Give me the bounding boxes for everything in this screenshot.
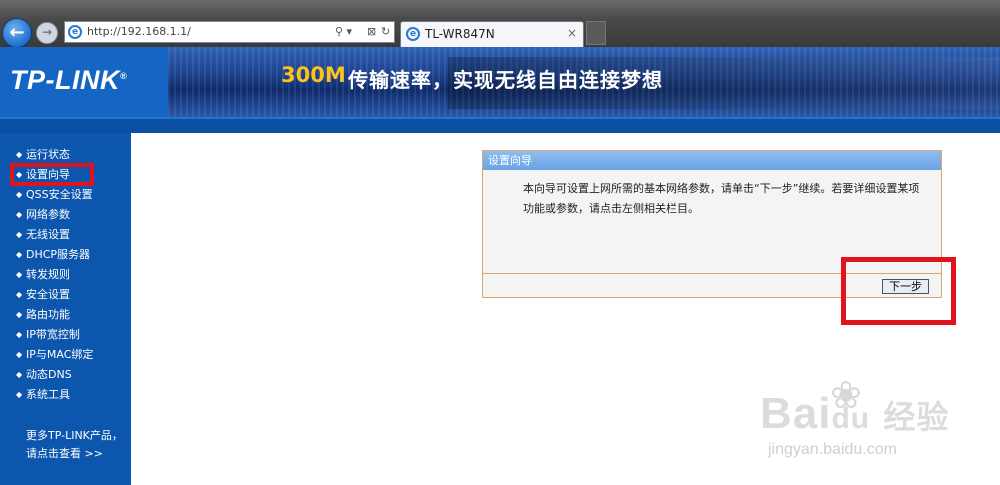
bullet-icon: ◆ [16, 250, 23, 259]
bullet-icon: ◆ [16, 370, 23, 379]
back-button[interactable]: ← [2, 18, 32, 48]
bullet-icon: ◆ [16, 330, 23, 339]
slogan-accent: 300M [281, 63, 346, 87]
watermark-url: jingyan.baidu.com [768, 441, 897, 458]
baidu-watermark: Baidu 经验 ❀ jingyan.baidu.com [760, 373, 995, 470]
wizard-description: 本向导可设置上网所需的基本网络参数，请单击“下一步”继续。若要详细设置某项功能或… [523, 182, 920, 215]
sidebar-item-ip-mac-binding[interactable]: ◆ IP与MAC绑定 [0, 345, 93, 365]
sidebar-item-bandwidth[interactable]: ◆ IP带宽控制 [0, 325, 93, 345]
sidebar-item-forwarding[interactable]: ◆ 转发规则 [0, 265, 93, 285]
header-stripe [0, 119, 1000, 133]
bullet-icon: ◆ [16, 290, 23, 299]
bullet-icon: ◆ [16, 230, 23, 239]
banner: 300M 传输速率，实现无线自由连接梦想 [168, 47, 1000, 119]
bullet-icon: ◆ [16, 390, 23, 399]
bullet-icon: ◆ [16, 190, 23, 199]
setup-wizard-highlight [10, 163, 94, 186]
address-bar[interactable]: e http://192.168.1.1/ ⚲ ▾ ⊠ ↻ [64, 21, 395, 43]
sidebar-item-dhcp[interactable]: ◆ DHCP服务器 [0, 245, 93, 265]
bullet-icon: ◆ [16, 150, 23, 159]
tab-close-icon[interactable]: × [567, 26, 577, 40]
bullet-icon: ◆ [16, 350, 23, 359]
bullet-icon: ◆ [16, 270, 23, 279]
search-dropdown-icon[interactable]: ⚲ ▾ [335, 25, 352, 38]
sidebar-item-qss[interactable]: ◆ QSS安全设置 [0, 185, 93, 205]
more-products-link[interactable]: 请点击查看 >> [26, 445, 123, 463]
new-tab-button[interactable] [586, 21, 606, 45]
ie-tab-icon: e [406, 27, 420, 41]
compat-view-icon[interactable]: ⊠ [367, 25, 376, 38]
url-text: http://192.168.1.1/ [87, 25, 191, 38]
sidebar-item-network[interactable]: ◆ 网络参数 [0, 205, 93, 225]
sidebar-item-wireless[interactable]: ◆ 无线设置 [0, 225, 93, 245]
sidebar-item-security[interactable]: ◆ 安全设置 [0, 285, 93, 305]
forward-button[interactable]: → [36, 22, 58, 44]
sidebar-item-routing[interactable]: ◆ 路由功能 [0, 305, 93, 325]
bullet-icon: ◆ [16, 310, 23, 319]
router-header: TP-LINK® 300M 传输速率，实现无线自由连接梦想 [0, 47, 1000, 119]
sidebar-item-ddns[interactable]: ◆ 动态DNS [0, 365, 93, 385]
tab-tl-wr847n[interactable]: e TL-WR847N × [400, 21, 584, 47]
slogan-main: 传输速率，实现无线自由连接梦想 [348, 68, 663, 92]
more-products: 更多TP-LINK产品， 请点击查看 >> [26, 427, 123, 463]
tab-title: TL-WR847N [425, 27, 495, 41]
bullet-icon: ◆ [16, 210, 23, 219]
paw-icon: ❀ [830, 373, 862, 417]
refresh-icon[interactable]: ↻ [381, 25, 390, 38]
wizard-title: 设置向导 [483, 151, 941, 170]
sidebar-item-status[interactable]: ◆ 运行状态 [0, 145, 93, 165]
logo-area: TP-LINK® [0, 47, 168, 119]
sidebar-item-system-tools[interactable]: ◆ 系统工具 [0, 385, 93, 405]
tp-link-logo: TP-LINK® [10, 65, 128, 95]
more-products-text: 更多TP-LINK产品， [26, 429, 123, 442]
ie-page-icon: e [68, 25, 82, 39]
next-button-highlight [841, 257, 956, 325]
browser-toolbar: ← → e http://192.168.1.1/ ⚲ ▾ ⊠ ↻ e TL-W… [0, 0, 1000, 48]
